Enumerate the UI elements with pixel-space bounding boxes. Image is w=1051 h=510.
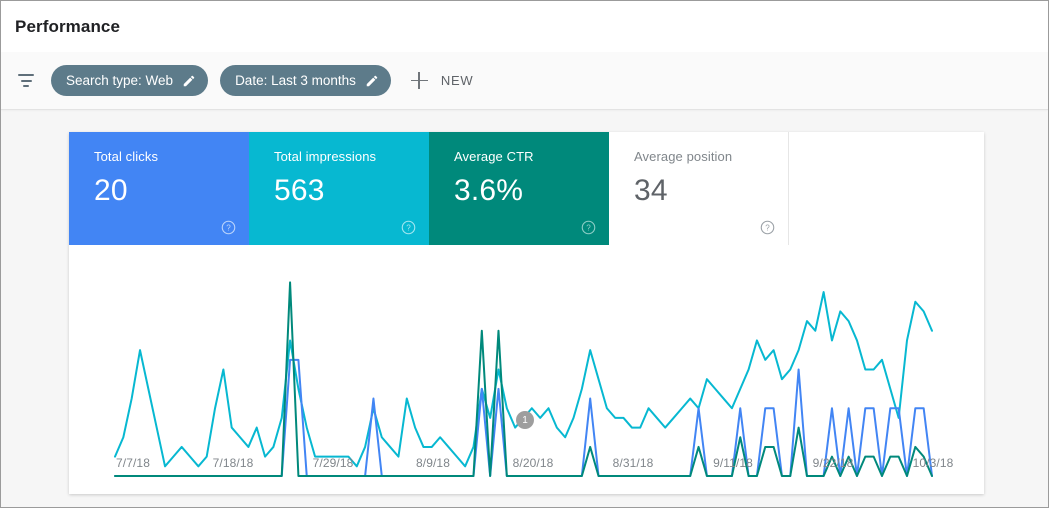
filter-chip-search-type[interactable]: Search type: Web [51, 65, 208, 96]
x-axis-tick-label: 8/9/18 [416, 456, 450, 470]
x-axis-tick-label: 8/20/18 [513, 456, 554, 470]
svg-text:?: ? [765, 223, 770, 232]
filter-chip-date-label: Date: Last 3 months [235, 73, 356, 88]
filter-list-icon[interactable] [15, 70, 37, 92]
x-axis-tick-label: 7/7/18 [116, 456, 150, 470]
metric-value: 563 [274, 174, 429, 208]
x-axis-tick-label: 10/3/18 [913, 456, 954, 470]
x-axis-tick-label: 7/29/18 [313, 456, 354, 470]
plus-icon [411, 72, 428, 89]
metric-label: Total impressions [274, 149, 429, 164]
chart-annotation-marker[interactable]: 1 [516, 411, 534, 429]
x-axis-tick-label: 7/18/18 [213, 456, 254, 470]
help-circle-icon[interactable]: ? [221, 220, 236, 235]
page-header: Performance [1, 1, 1048, 52]
metric-card-average-ctr[interactable]: Average CTR 3.6% ? [429, 132, 609, 245]
filter-chip-search-type-label: Search type: Web [66, 73, 173, 88]
pencil-icon[interactable] [365, 74, 379, 88]
metric-card-empty-slot [789, 132, 984, 245]
pencil-icon[interactable] [182, 74, 196, 88]
help-circle-icon[interactable]: ? [760, 220, 775, 235]
svg-text:?: ? [226, 223, 231, 232]
filter-chip-date[interactable]: Date: Last 3 months [220, 65, 391, 96]
help-circle-icon[interactable]: ? [581, 220, 596, 235]
add-new-filter-button[interactable]: NEW [411, 72, 473, 89]
metric-card-average-position[interactable]: Average position 34 ? [609, 132, 789, 245]
chart-series-line [115, 292, 932, 466]
metric-label: Average position [634, 149, 788, 164]
x-axis-tick-label: 9/11/18 [713, 456, 753, 470]
chart-x-axis: 7/7/18 7/18/18 7/29/18 8/9/18 8/20/18 8/31/18… [69, 456, 984, 474]
chart-series-line [115, 282, 932, 476]
x-axis-tick-label: 9/22/18 [813, 456, 854, 470]
filter-bar: Search type: Web Date: Last 3 months NEW [1, 52, 1048, 110]
metric-value: 3.6% [454, 174, 609, 208]
svg-text:?: ? [406, 223, 411, 232]
metric-label: Total clicks [94, 149, 249, 164]
performance-chart-card: Total clicks 20 ? Total impressions 563 [69, 132, 984, 494]
metric-cards: Total clicks 20 ? Total impressions 563 [69, 132, 984, 245]
metric-card-total-impressions[interactable]: Total impressions 563 ? [249, 132, 429, 245]
add-new-filter-label: NEW [441, 73, 473, 88]
svg-text:?: ? [586, 223, 591, 232]
help-circle-icon[interactable]: ? [401, 220, 416, 235]
page-title: Performance [15, 17, 120, 37]
content-area: Total clicks 20 ? Total impressions 563 [1, 110, 1048, 507]
metric-label: Average CTR [454, 149, 609, 164]
x-axis-tick-label: 8/31/18 [613, 456, 654, 470]
metric-card-total-clicks[interactable]: Total clicks 20 ? [69, 132, 249, 245]
metric-value: 34 [634, 174, 788, 208]
metric-value: 20 [94, 174, 249, 208]
performance-window: Performance Search type: Web Date: Last … [0, 0, 1049, 508]
